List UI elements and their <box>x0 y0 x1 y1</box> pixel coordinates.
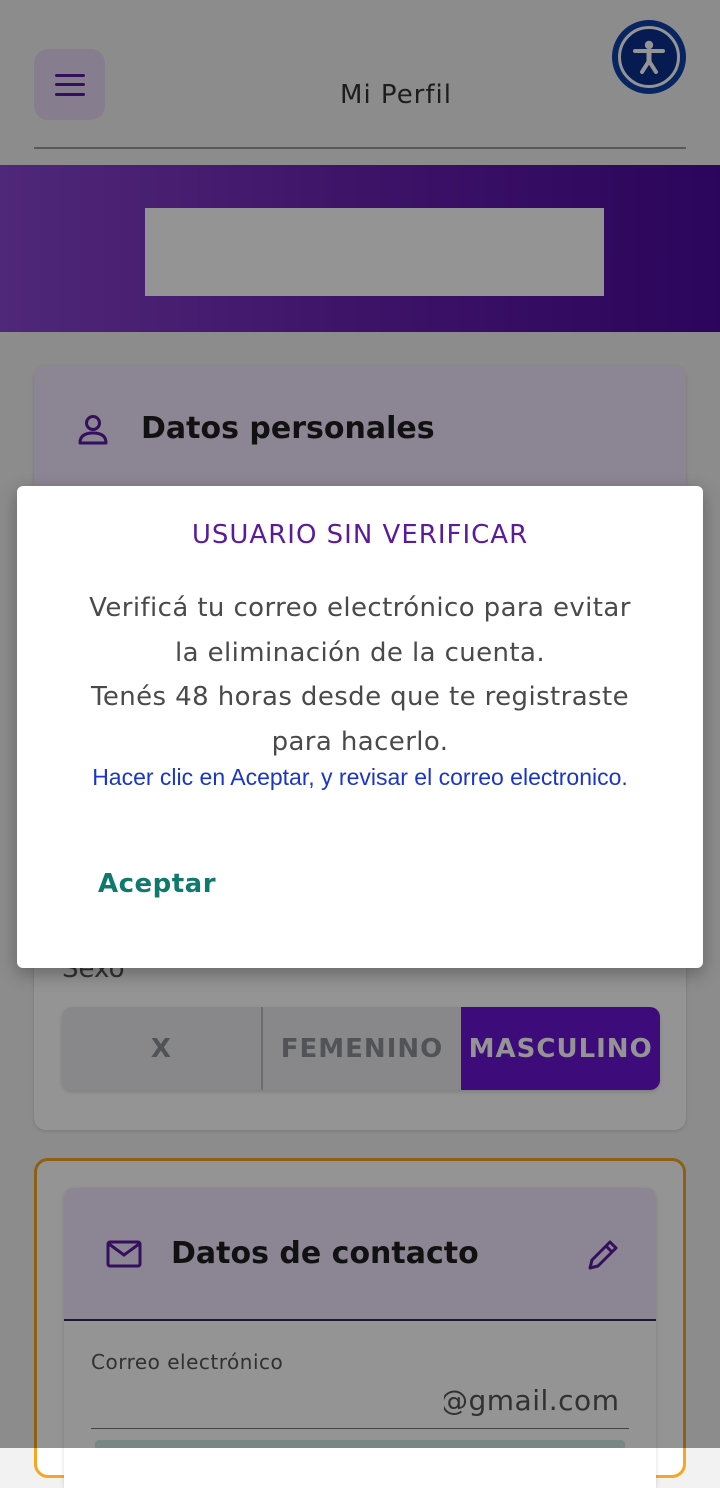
dialog-message: Verificá tu correo electrónico para evit… <box>30 586 690 764</box>
accept-button[interactable]: Aceptar <box>84 856 230 912</box>
dialog-title: USUARIO SIN VERIFICAR <box>191 520 529 550</box>
dialog-message-line: la eliminación de la cuenta. <box>174 637 546 668</box>
dialog-message-line: Tenés 48 horas desde que te registraste <box>91 682 629 712</box>
dialog-message-line: Verificá tu correo electrónico para evit… <box>89 593 631 623</box>
dialog-instruction-link: Hacer clic en Aceptar, y revisar el corr… <box>92 764 628 790</box>
dialog-message-line: para hacerlo. <box>271 726 449 757</box>
